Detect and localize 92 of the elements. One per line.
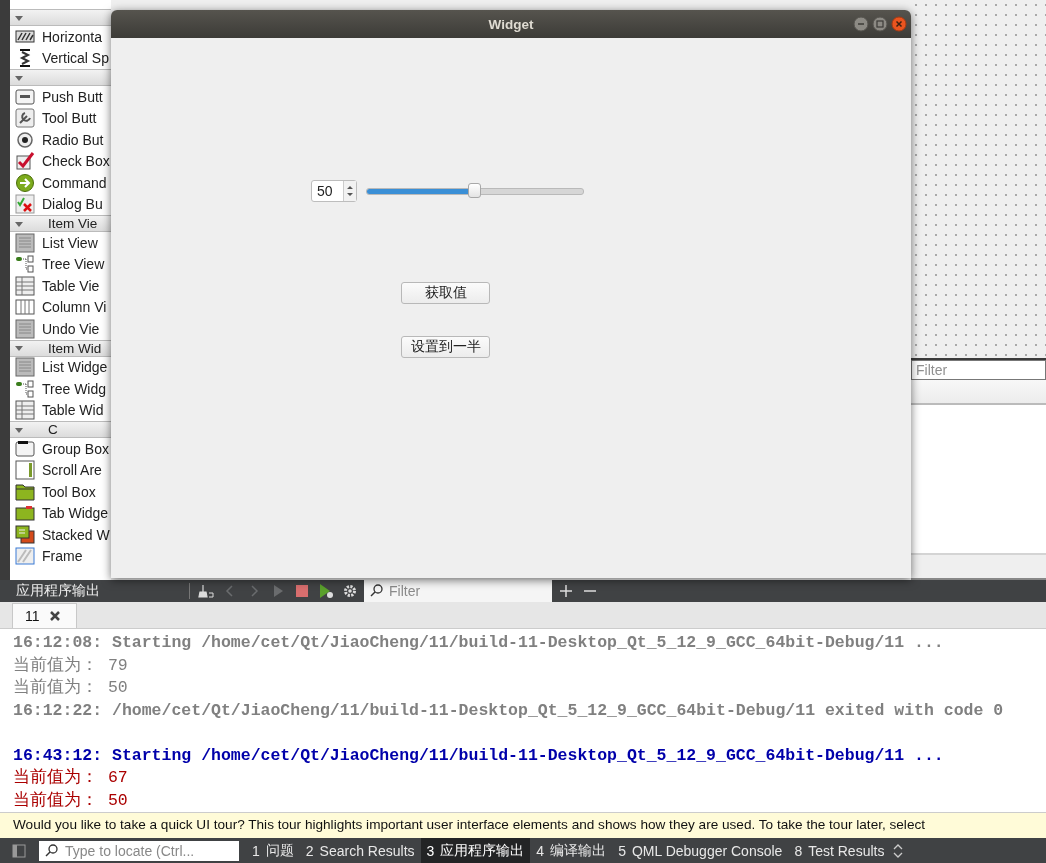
category-title: Item Vie [48, 216, 98, 231]
locate-field[interactable]: Type to locate (Ctrl... [39, 840, 239, 861]
broom-icon[interactable] [198, 583, 214, 599]
widget-item[interactable]: Undo Vie [42, 320, 100, 337]
expand-arrow-icon [14, 13, 24, 22]
widget-item[interactable]: Vertical Sp [42, 50, 109, 67]
widget-item[interactable]: Horizonta [42, 28, 102, 45]
widget-item[interactable]: Check Box [42, 153, 110, 170]
widget-item[interactable]: Tree View [42, 256, 105, 273]
slider-handle[interactable] [468, 182, 481, 198]
pane-tab[interactable]: 3 应用程序输出 [420, 838, 531, 863]
widget-item[interactable]: List View [42, 234, 98, 251]
widget-item[interactable]: Table Wid [42, 402, 104, 419]
hint-text: Would you like to take a quick UI tour? This tour highlights important user interface elements and shows how they are used. To take the tour later, select [13, 816, 926, 834]
widget-item[interactable]: Push Butt [42, 88, 103, 105]
widget-item[interactable]: Column Vi [42, 299, 107, 316]
list-icon [15, 357, 35, 378]
up-down-arrows-icon[interactable] [892, 842, 905, 859]
maximize-icon[interactable] [872, 16, 888, 32]
close-icon[interactable] [891, 16, 907, 32]
pane-title: 应用程序输出 [16, 582, 101, 600]
pane-tab[interactable]: 1 问题 [246, 838, 300, 863]
tree-icon [15, 378, 35, 399]
expand-arrow-icon [14, 219, 24, 228]
category-title: Item Wid [48, 340, 102, 356]
widget-item[interactable]: Radio But [42, 131, 104, 148]
run-debug-icon[interactable] [318, 583, 334, 599]
tree-icon [15, 254, 35, 275]
widget-item[interactable]: Scroll Are [42, 462, 102, 479]
output-line: 16:43:12: Starting /home/cet/Qt/JiaoCheng/11/build-11-Desktop_Qt_5_12_9_GCC_64bit-Debug/11 ... [13, 744, 945, 767]
tab-folder-icon [15, 503, 35, 524]
widget-item[interactable]: Stacked W [42, 526, 110, 543]
frame-icon [15, 546, 35, 567]
window-title: Widget [488, 16, 534, 32]
arrow-circle-icon [15, 172, 35, 193]
checkbox-icon [15, 151, 35, 172]
add-icon[interactable] [558, 583, 574, 599]
list-icon [15, 232, 35, 253]
output-tab[interactable]: 11 [12, 603, 77, 628]
widget-item[interactable]: Command [42, 174, 107, 191]
output-line: 当前值为： 67 [13, 767, 129, 789]
pane-tab[interactable]: 8 Test Results [788, 838, 891, 863]
expand-arrow-icon [14, 344, 24, 352]
check-cross-icon [15, 194, 35, 215]
filter-field[interactable]: Filter [364, 580, 552, 602]
widget-item[interactable]: Dialog Bu [42, 196, 103, 213]
category-header[interactable] [10, 9, 111, 26]
settings-icon[interactable] [342, 583, 358, 599]
widget-item[interactable]: Tree Widg [42, 380, 107, 397]
expand-arrow-icon [14, 73, 24, 82]
widget-item[interactable]: Tool Box [42, 483, 96, 500]
table-icon [15, 275, 35, 296]
output-line: 当前值为： 50 [13, 677, 129, 699]
group-box-icon [15, 438, 35, 459]
widget-item[interactable]: Group Box [42, 440, 109, 457]
minimize-icon[interactable] [853, 16, 869, 32]
folder-icon [15, 481, 35, 502]
spin-box[interactable]: 50 [311, 180, 357, 202]
search-icon [44, 842, 60, 859]
button-icon [15, 86, 35, 107]
expand-arrow-icon [14, 425, 24, 434]
widget-item[interactable]: Tab Widge [42, 505, 109, 522]
radio-icon [15, 129, 35, 150]
filter-field[interactable]: Filter [911, 360, 1046, 380]
pane-tab[interactable]: 5 QML Debugger Console [612, 838, 789, 863]
table-icon [15, 400, 35, 421]
columns-icon [15, 297, 35, 318]
close-icon[interactable] [47, 609, 62, 623]
widget-item[interactable]: Tool Butt [42, 110, 97, 127]
output-line: 16:12:22: /home/cet/Qt/JiaoCheng/11/build-11-Desktop_Qt_5_12_9_GCC_64bit-Debug/11 exited with code 0 [13, 699, 1005, 722]
category-header[interactable]: Item Vie [10, 215, 111, 232]
push-button[interactable]: 设置到一半 [401, 336, 490, 358]
push-button[interactable]: 获取值 [401, 282, 490, 304]
category-title: C [48, 422, 58, 437]
category-header[interactable]: Item Wid [10, 339, 111, 357]
stop-icon[interactable] [294, 583, 310, 599]
widget-item[interactable]: Frame [42, 548, 83, 565]
wrench-icon [15, 108, 35, 129]
pane-tab[interactable]: 2 Search Results [299, 838, 421, 863]
output-line: 当前值为： 50 [13, 789, 129, 812]
widget-item[interactable]: Table Vie [42, 277, 100, 294]
category-header[interactable]: C [10, 421, 111, 438]
scroll-area-icon [15, 460, 35, 481]
output-line: 当前值为： 79 [13, 654, 129, 677]
widget-item[interactable]: List Widge [42, 359, 108, 376]
output-line: 16:12:08: Starting /home/cet/Qt/JiaoCheng/11/build-11-Desktop_Qt_5_12_9_GCC_64bit-Debug/11 ... [13, 632, 945, 654]
stacked-icon [15, 524, 35, 545]
pane-tab[interactable]: 4 编译输出 [530, 838, 613, 863]
search-icon [369, 583, 385, 599]
category-header[interactable] [10, 69, 111, 86]
sidebar-toggle-icon[interactable] [12, 843, 26, 858]
list-icon [15, 318, 35, 339]
